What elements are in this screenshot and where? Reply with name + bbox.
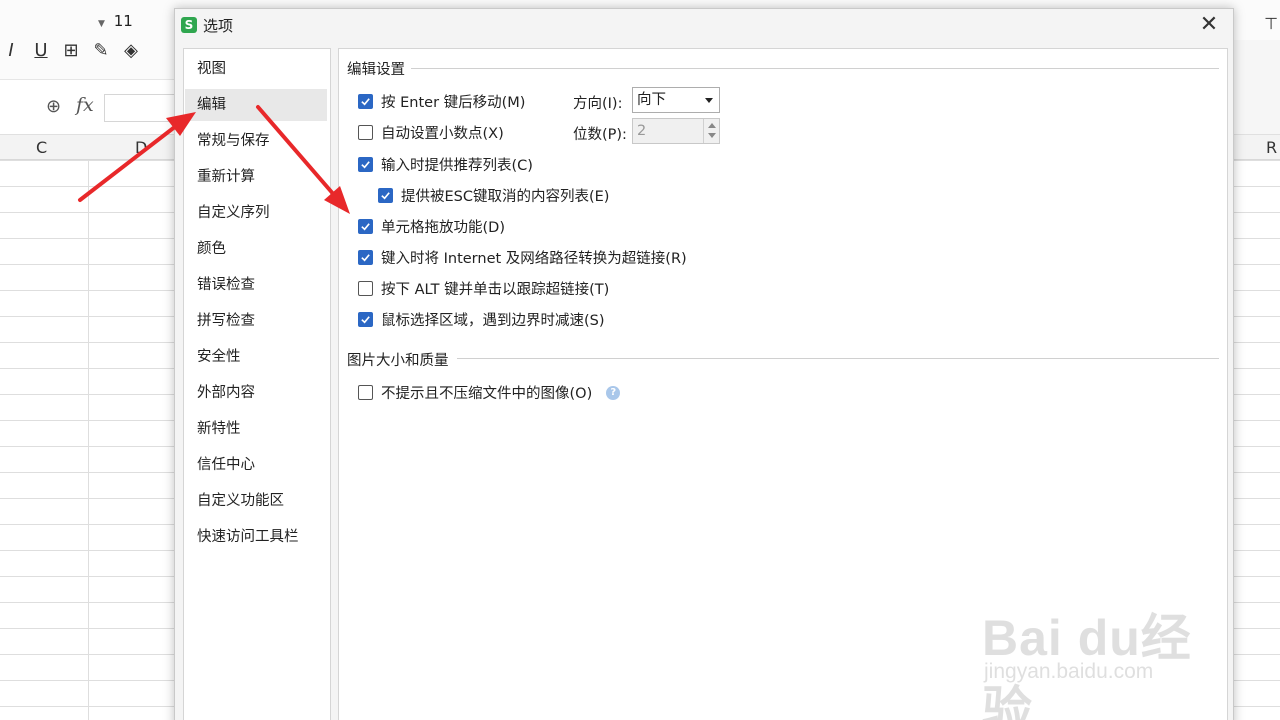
nav-item-error-check[interactable]: 错误检查	[185, 269, 327, 301]
font-size-value: 11	[113, 12, 133, 30]
checkbox-autocomplete-list[interactable]	[358, 157, 373, 172]
digits-value: 2	[637, 123, 647, 139]
nav-item-trust-center[interactable]: 信任中心	[185, 449, 327, 481]
column-header-c[interactable]: C	[36, 138, 47, 157]
zoom-icon[interactable]: ⊕	[46, 96, 61, 117]
checkbox-esc-cancel-list[interactable]	[378, 188, 393, 203]
dialog-title: 选项	[203, 17, 234, 35]
section-title-image-quality: 图片大小和质量	[347, 353, 449, 369]
font-size-box[interactable]: ▼ 11	[98, 12, 133, 30]
formula-input[interactable]	[104, 94, 184, 122]
checkbox-slow-at-border[interactable]	[358, 312, 373, 327]
option-label: 不提示且不压缩文件中的图像(O)	[381, 386, 593, 402]
nav-item-colors[interactable]: 颜色	[185, 233, 327, 265]
option-label: 自动设置小数点(X)	[381, 126, 504, 142]
checkbox-cell-drag-drop[interactable]	[358, 219, 373, 234]
digits-stepper[interactable]: 2	[632, 118, 720, 144]
nav-item-custom-lists[interactable]: 自定义序列	[185, 197, 327, 229]
stepper-down-icon[interactable]	[708, 133, 716, 138]
wps-logo-icon: S	[181, 17, 197, 33]
option-label: 按 Enter 键后移动(M)	[381, 95, 526, 111]
option-cell-drag-drop[interactable]: 单元格拖放功能(D)	[358, 216, 505, 237]
checkbox-move-after-enter[interactable]	[358, 94, 373, 109]
checkbox-alt-click-hyperlink[interactable]	[358, 281, 373, 296]
format-tools: I U ⊞ ✎ ◈	[0, 40, 142, 61]
option-label: 键入时将 Internet 及网络路径转换为超链接(R)	[381, 251, 687, 267]
fx-icon[interactable]: fx	[76, 94, 94, 116]
nav-item-security[interactable]: 安全性	[185, 341, 327, 373]
borders-icon[interactable]: ⊞	[60, 40, 82, 61]
option-label: 提供被ESC键取消的内容列表(E)	[401, 189, 610, 205]
nav-item-new-features[interactable]: 新特性	[185, 413, 327, 445]
options-content-panel: 编辑设置 按 Enter 键后移动(M) 方向(I): 向下 自动设置小数点(X…	[338, 48, 1228, 720]
option-label: 按下 ALT 键并单击以跟踪超链接(T)	[381, 282, 610, 298]
nav-item-general-save[interactable]: 常规与保存	[185, 125, 327, 157]
option-autocomplete-list[interactable]: 输入时提供推荐列表(C)	[358, 154, 533, 175]
checkbox-auto-decimal[interactable]	[358, 125, 373, 140]
section-divider	[457, 358, 1219, 359]
options-dialog: S 选项 ✕ 视图 编辑 常规与保存 重新计算 自定义序列 颜色 错误检查 拼写…	[174, 8, 1234, 720]
option-slow-at-border[interactable]: 鼠标选择区域，遇到边界时减速(S)	[358, 309, 605, 330]
option-label: 单元格拖放功能(D)	[381, 220, 505, 236]
direction-select[interactable]: 向下	[632, 87, 720, 113]
chevron-down-icon	[705, 98, 713, 103]
stepper-buttons[interactable]	[703, 119, 719, 143]
option-move-after-enter[interactable]: 按 Enter 键后移动(M)	[358, 91, 525, 112]
nav-item-customize-ribbon[interactable]: 自定义功能区	[185, 485, 327, 517]
checkbox-auto-hyperlink[interactable]	[358, 250, 373, 265]
help-icon[interactable]: ?	[606, 385, 621, 400]
nav-item-spell-check[interactable]: 拼写检查	[185, 305, 327, 337]
direction-value: 向下	[637, 92, 666, 108]
digits-label: 位数(P):	[573, 127, 627, 143]
fill-color-icon[interactable]: ◈	[120, 40, 142, 61]
column-header-r[interactable]: R	[1266, 138, 1277, 157]
option-no-compress-images[interactable]: 不提示且不压缩文件中的图像(O) ?	[358, 382, 621, 403]
option-esc-cancel-list[interactable]: 提供被ESC键取消的内容列表(E)	[378, 185, 609, 206]
format-painter-icon[interactable]: ✎	[90, 40, 112, 61]
column-header-d[interactable]: D	[135, 138, 147, 157]
option-auto-decimal[interactable]: 自动设置小数点(X)	[358, 122, 504, 143]
option-label: 鼠标选择区域，遇到边界时减速(S)	[381, 313, 605, 329]
column-divider	[88, 160, 89, 720]
font-dropdown-caret-icon[interactable]: ▼	[98, 19, 105, 29]
nav-item-external-content[interactable]: 外部内容	[185, 377, 327, 409]
nav-item-view[interactable]: 视图	[185, 53, 327, 85]
option-alt-click-hyperlink[interactable]: 按下 ALT 键并单击以跟踪超链接(T)	[358, 278, 609, 299]
checkbox-no-compress-images[interactable]	[358, 385, 373, 400]
nav-item-quick-access-toolbar[interactable]: 快速访问工具栏	[185, 521, 327, 553]
underline-icon[interactable]: U	[30, 40, 52, 61]
nav-item-recalculate[interactable]: 重新计算	[185, 161, 327, 193]
stepper-up-icon[interactable]	[708, 123, 716, 128]
ribbon-right-icon[interactable]: ⊤	[1264, 14, 1278, 33]
section-title-edit-settings: 编辑设置	[347, 62, 405, 78]
section-divider	[411, 68, 1219, 69]
option-label: 输入时提供推荐列表(C)	[381, 158, 533, 174]
option-auto-hyperlink[interactable]: 键入时将 Internet 及网络路径转换为超链接(R)	[358, 247, 687, 268]
close-button[interactable]: ✕	[1195, 11, 1223, 39]
dialog-titlebar[interactable]: S 选项 ✕	[175, 9, 1233, 41]
direction-label: 方向(I):	[573, 96, 623, 112]
italic-icon[interactable]: I	[0, 40, 22, 61]
options-nav-list: 视图 编辑 常规与保存 重新计算 自定义序列 颜色 错误检查 拼写检查 安全性 …	[183, 48, 331, 720]
nav-item-edit[interactable]: 编辑	[185, 89, 327, 121]
